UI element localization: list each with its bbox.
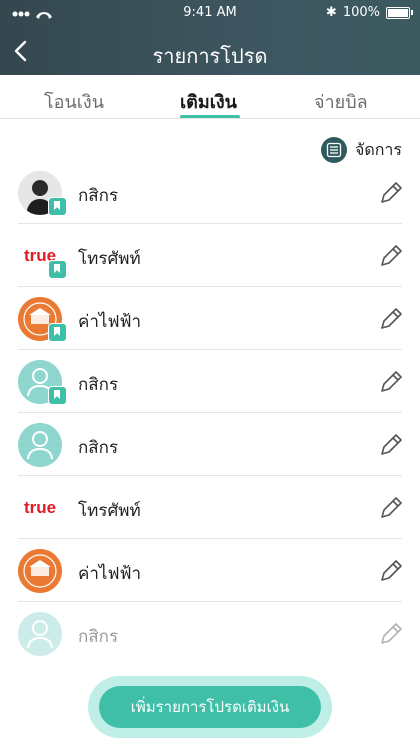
true-logo: true xyxy=(18,486,62,530)
tab-bill-payment[interactable]: จ่ายบิล xyxy=(314,87,368,116)
manage-label: จัดการ xyxy=(354,139,402,159)
favorite-item[interactable]: true โทรศัพท์ xyxy=(0,225,420,287)
manage-button[interactable]: จัดการ xyxy=(320,137,402,163)
divider xyxy=(0,118,420,119)
favorite-item[interactable]: กสิกร xyxy=(0,414,420,476)
person-icon xyxy=(18,423,62,467)
add-favorite-button-focus-ring: เพิ่มรายการโปรดเติมเงิน xyxy=(88,676,332,738)
favorite-label: โทรศัพท์ xyxy=(78,249,141,269)
favorite-item[interactable]: true โทรศัพท์ xyxy=(0,477,420,539)
list-icon xyxy=(320,137,347,163)
favorite-item[interactable]: ค่าไฟฟ้า xyxy=(0,288,420,350)
battery-icon xyxy=(386,6,413,19)
true-logo-text: true xyxy=(24,498,56,517)
mea-logo xyxy=(18,549,62,593)
bluetooth-icon: ✱ xyxy=(325,5,337,20)
bookmark-icon xyxy=(48,386,67,405)
page-title: รายการโปรด xyxy=(152,44,268,68)
add-topup-favorite-button[interactable]: เพิ่มรายการโปรดเติมเงิน xyxy=(99,686,321,728)
app-header: 9:41 AM ✱ 100% รายการโปรด xyxy=(0,0,420,75)
bookmark-icon xyxy=(48,260,67,279)
tab-transfer[interactable]: โอนเงิน xyxy=(44,87,104,116)
favorite-label: ค่าไฟฟ้า xyxy=(78,564,142,584)
edit-pencil-icon[interactable] xyxy=(378,558,404,584)
edit-pencil-icon[interactable] xyxy=(378,621,404,647)
tab-bar: โอนเงิน เติมเงิน จ่ายบิล xyxy=(0,75,420,119)
favorite-item[interactable]: กสิกร xyxy=(0,603,420,665)
bookmark-icon xyxy=(48,323,67,342)
edit-pencil-icon[interactable] xyxy=(378,243,404,269)
favorite-item[interactable]: ค่าไฟฟ้า xyxy=(0,540,420,602)
edit-pencil-icon[interactable] xyxy=(378,306,404,332)
favorite-label: ค่าไฟฟ้า xyxy=(78,312,142,332)
favorite-label: กสิกร xyxy=(78,438,119,458)
favorite-label: โทรศัพท์ xyxy=(78,501,141,521)
tab-topup[interactable]: เติมเงิน xyxy=(180,87,237,116)
favorite-item[interactable]: กสิกร xyxy=(0,351,420,413)
edit-pencil-icon[interactable] xyxy=(378,495,404,521)
person-icon xyxy=(18,612,62,656)
favorite-label: กสิกร xyxy=(78,375,119,395)
favorite-label: กสิกร xyxy=(78,186,119,206)
status-bar: 9:41 AM ✱ 100% xyxy=(0,4,420,24)
edit-pencil-icon[interactable] xyxy=(378,432,404,458)
edit-pencil-icon[interactable] xyxy=(378,369,404,395)
favorite-item[interactable]: กสิกร xyxy=(0,162,420,224)
favorite-label: กสิกร xyxy=(78,627,119,647)
bookmark-icon xyxy=(48,197,67,216)
battery-percent: 100% xyxy=(342,5,380,20)
edit-pencil-icon[interactable] xyxy=(378,180,404,206)
